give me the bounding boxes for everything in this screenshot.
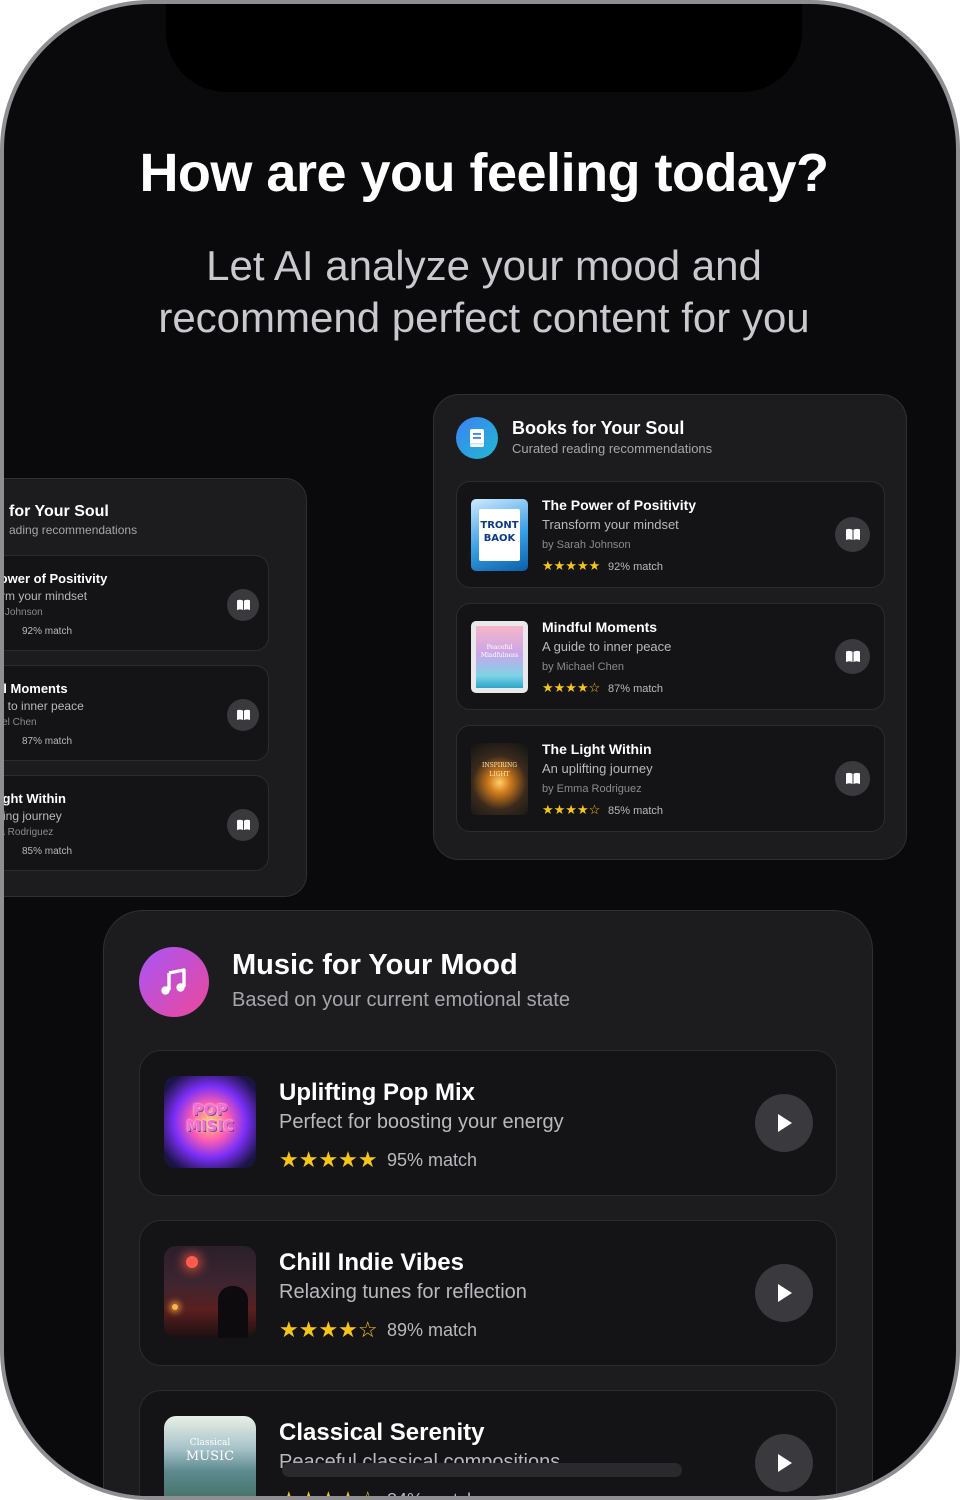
playlist-cover [164,1246,256,1338]
rating-stars: ★★★★☆ [279,1317,378,1342]
match-label: 84% match [387,1490,478,1500]
book-desc: An uplifting journey [542,761,653,776]
playlist-item[interactable]: POP MISIC Uplifting Pop Mix Perfect for b… [139,1050,837,1196]
book-item[interactable]: INSPIRING LIGHT The Light Within An uplif… [456,725,885,832]
play-button[interactable] [755,1094,813,1152]
open-book-button[interactable] [835,639,870,674]
play-button[interactable] [755,1434,813,1492]
book-item[interactable]: Power of Positivity form your mindset ah… [0,555,269,651]
home-indicator [282,1463,682,1477]
card-title: Music for Your Mood [232,949,518,981]
book-author: hael Chen [2,717,37,728]
open-book-icon [845,772,860,784]
playlist-desc: Perfect for boosting your energy [279,1111,564,1133]
subtitle-line-2: recommend perfect content for you [158,294,810,341]
book-title: Power of Positivity [0,571,108,586]
cover-text: MISIC [186,1117,234,1135]
playlist-desc: Relaxing tunes for reflection [279,1281,527,1303]
cover-text: Classical [189,1438,231,1448]
page-title: How are you feeling today? [139,143,829,203]
book-desc: form your mindset [0,589,88,603]
book-cover: TRONT BAOK [471,499,528,571]
open-book-icon [845,528,860,540]
playlist-item[interactable]: Classical MUSIC Classical Serenity Peacef… [139,1390,837,1500]
music-note-icon [139,947,209,1017]
books-card-left: for Your Soul ading recommendations Powe… [0,478,307,897]
rating-stars: ★★★★☆ [279,1487,378,1500]
open-book-button[interactable] [227,699,259,731]
play-button[interactable] [755,1264,813,1322]
play-icon [778,1284,792,1302]
open-book-button[interactable] [227,589,259,621]
open-book-icon [845,650,860,662]
rating-stars: ★★★★★ [542,558,601,573]
play-icon [778,1454,792,1472]
match-label: 92% match [22,626,73,637]
open-book-button[interactable] [835,761,870,796]
book-author: by Emma Rodriguez [542,783,642,795]
book-cover: INSPIRING LIGHT [471,743,528,815]
book-title: Mindful Moments [542,619,658,635]
book-item[interactable]: TRONT BAOK The Power of Positivity Transf… [456,481,885,588]
cover-text: BAOK [483,533,516,544]
book-author: ah Johnson [4,607,43,618]
books-card: Books for Your Soul Curated reading reco… [433,394,907,860]
match-label: 87% match [22,736,73,747]
book-title: Light Within [2,791,66,806]
book-title: The Light Within [542,741,652,757]
card-title: for Your Soul [9,503,109,520]
match-label: 85% match [608,805,664,817]
book-title: The Power of Positivity [542,497,697,513]
notch [166,4,802,92]
book-icon [456,417,498,459]
cover-text: INSPIRING [481,762,518,769]
book-cover: Peaceful Mindfulness [471,621,528,693]
playlist-title: Chill Indie Vibes [279,1249,464,1276]
book-item[interactable]: Peaceful Mindfulness Mindful Moments A gu… [456,603,885,710]
playlist-title: Classical Serenity [279,1419,485,1446]
rating-stars: ★★★★★ [279,1147,378,1172]
match-label: 95% match [387,1150,478,1170]
book-author: by Sarah Johnson [542,539,631,551]
cover-text: Peaceful [486,644,513,651]
open-book-icon [236,709,250,721]
playlist-title: Uplifting Pop Mix [279,1079,475,1106]
card-title: Books for Your Soul [512,418,685,438]
playlist-item[interactable]: Chill Indie Vibes Relaxing tunes for ref… [139,1220,837,1366]
card-subtitle: ading recommendations [9,523,138,537]
page-subtitle: Let AI analyze your mood and recommend pe… [4,240,956,344]
open-book-button[interactable] [227,809,259,841]
book-item[interactable]: Light Within lifting journey ma Rodrigue… [0,775,269,871]
match-label: 85% match [22,846,73,857]
play-icon [778,1114,792,1132]
playlist-cover: Classical MUSIC [164,1416,256,1496]
phone-frame: How are you feeling today? Let AI analyz… [0,0,960,1500]
book-author: ma Rodriguez [4,827,54,838]
rating-stars: ★★★★☆ [542,802,601,817]
card-subtitle: Curated reading recommendations [512,441,713,456]
card-subtitle: Based on your current emotional state [232,989,570,1011]
cover-text: Mindfulness [480,652,519,659]
book-desc: de to inner peace [0,699,84,713]
book-desc: A guide to inner peace [542,639,672,654]
book-desc: lifting journey [0,809,62,823]
book-desc: Transform your mindset [542,517,679,532]
book-title: ful Moments [3,681,68,696]
book-item[interactable]: ful Moments de to inner peace hael Chen … [0,665,269,761]
playlist-cover: POP MISIC [164,1076,256,1168]
open-book-icon [236,819,250,831]
book-author: by Michael Chen [542,661,624,673]
subtitle-line-1: Let AI analyze your mood and [206,242,762,289]
music-card: Music for Your Mood Based on your curren… [103,910,873,1500]
rating-stars: ★★★★☆ [542,680,601,695]
cover-text: TRONT [480,520,519,531]
open-book-icon [236,599,250,611]
open-book-button[interactable] [835,517,870,552]
match-label: 92% match [608,561,664,573]
match-label: 87% match [608,683,664,695]
cover-text: MUSIC [185,1449,235,1464]
match-label: 89% match [387,1320,478,1340]
cover-text: LIGHT [489,771,510,778]
